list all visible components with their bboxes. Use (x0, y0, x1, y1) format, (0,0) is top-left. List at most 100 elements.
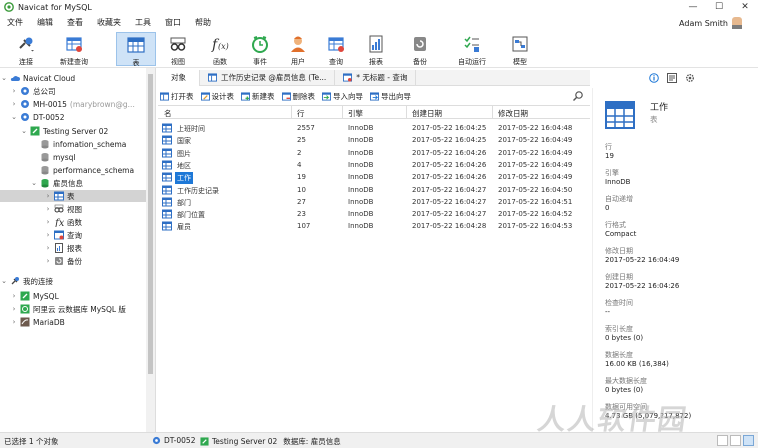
tree-item-mariadb-connection[interactable]: › MariaDB (0, 316, 146, 328)
maximize-button[interactable]: ☐ (706, 0, 732, 14)
design-table-button[interactable]: 设计表 (200, 91, 234, 102)
expand-arrow-icon[interactable]: › (10, 305, 18, 313)
cell-created: 2017-05-22 16:04:27 (412, 210, 487, 219)
tree-item-information-schema[interactable]: infomation_schema (0, 138, 146, 150)
tab-objects[interactable]: 对象 (158, 69, 200, 86)
tree-item-navicat-cloud[interactable]: ⌄ Navicat Cloud (0, 72, 146, 84)
tree-item-mysql-connection[interactable]: › MySQL (0, 290, 146, 302)
tree-item-my-connections[interactable]: ⌄ 我的连接 (0, 275, 146, 287)
collapse-arrow-icon[interactable]: ⌄ (30, 179, 38, 187)
tree-item-views[interactable]: › 视图 (0, 203, 146, 215)
table-row[interactable]: 上班时间 2557 InnoDB 2017-05-22 16:04:25 2017-05… (158, 122, 590, 134)
column-header-name[interactable]: 名 (164, 108, 172, 119)
column-header-created[interactable]: 创建日期 (412, 108, 442, 119)
tree-item-dt-0052[interactable]: ⌄ DT-0052 (0, 111, 146, 123)
toolbar-automation-button[interactable]: 自动运行 (452, 32, 492, 66)
toolbar-connection-button[interactable]: 连接 (6, 32, 46, 66)
menu-edit[interactable]: 编辑 (30, 17, 60, 28)
table-row[interactable]: 部门位置 23 InnoDB 2017-05-22 16:04:27 2017-05-2… (158, 208, 590, 220)
view-icon (168, 34, 188, 54)
expand-arrow-icon[interactable]: › (44, 244, 52, 252)
tree-item-functions[interactable]: › fx 函数 (0, 216, 146, 228)
expand-arrow-icon[interactable]: › (44, 192, 52, 200)
tab-untitled-query[interactable]: * 无标题 - 查询 (335, 69, 417, 86)
collapse-arrow-icon[interactable]: ⌄ (0, 74, 8, 82)
tree-item-backups[interactable]: › 备份 (0, 255, 146, 267)
table-row[interactable]: 工作历史记录 10 InnoDB 2017-05-22 16:04:27 2017-05… (158, 184, 590, 196)
toolbar-model-button[interactable]: 模型 (500, 32, 540, 66)
menu-favorites[interactable]: 收藏夹 (90, 17, 128, 28)
table-row[interactable]: 国家 25 InnoDB 2017-05-22 16:04:25 2017-05-22 … (158, 134, 590, 146)
table-row[interactable]: 雇员 107 InnoDB 2017-05-22 16:04:28 2017-05-22… (158, 220, 590, 232)
column-header-modified[interactable]: 修改日期 (498, 108, 528, 119)
connections-icon (11, 277, 19, 285)
open-table-button[interactable]: 打开表 (160, 91, 194, 102)
database-open-icon (41, 179, 49, 188)
menu-help[interactable]: 帮助 (188, 17, 218, 28)
tree-item-reports[interactable]: › 报表 (0, 242, 146, 254)
close-button[interactable]: ✕ (732, 0, 758, 14)
import-wizard-button[interactable]: 导入向导 (322, 91, 363, 102)
nav-scrollbar[interactable] (146, 68, 155, 432)
tree-item-aliyun-connection[interactable]: › 阿里云 云数据库 MySQL 版 (0, 303, 146, 315)
tree-item-mysql[interactable]: mysql (0, 151, 146, 163)
tree-item-head-office[interactable]: › 总公司 (0, 85, 146, 97)
tree-item-mh-0015[interactable]: › MH-0015 (marybrown@g... (0, 98, 146, 110)
tree-item-employee-db[interactable]: ⌄ 雇员信息 (0, 177, 146, 189)
scrollbar-thumb[interactable] (148, 74, 153, 374)
toolbar-view-button[interactable]: 视图 (158, 32, 198, 66)
table-row[interactable]: 工作 19 InnoDB 2017-05-22 16:04:26 2017-05-22 … (158, 171, 590, 185)
minimize-button[interactable]: — (680, 0, 706, 14)
menu-file[interactable]: 文件 (0, 17, 30, 28)
tab-work-history[interactable]: 工作历史记录 @雇员信息 (Te... (200, 69, 336, 86)
tree-item-tables[interactable]: › 表 (0, 190, 146, 202)
menu-window[interactable]: 窗口 (158, 17, 188, 28)
collapse-arrow-icon[interactable]: ⌄ (20, 127, 28, 135)
toolbar-report-button[interactable]: 报表 (356, 32, 396, 66)
toolbar-backup-button[interactable]: 备份 (400, 32, 440, 66)
cell-modified: 2017-05-22 16:04:48 (498, 124, 573, 132)
info-tab-ddl[interactable] (666, 72, 678, 84)
toolbar-user-button[interactable]: 用户 (278, 32, 318, 66)
table-row[interactable]: 图片 2 InnoDB 2017-05-22 16:04:26 2017-05-22 1… (158, 147, 590, 159)
user-account[interactable]: Adam Smith (679, 17, 742, 29)
delete-table-button[interactable]: 删除表 (281, 91, 315, 102)
collapse-arrow-icon[interactable]: ⌄ (0, 277, 8, 285)
info-tab-general[interactable] (648, 72, 660, 84)
cell-rows: 107 (297, 222, 311, 231)
grid-view-icon[interactable] (743, 435, 754, 446)
menu-tools[interactable]: 工具 (128, 17, 158, 28)
column-header-rows[interactable]: 行 (297, 108, 305, 119)
collapse-arrow-icon[interactable]: ⌄ (10, 113, 18, 121)
expand-arrow-icon[interactable]: › (44, 231, 52, 239)
info-field-value: 0 bytes (0) (605, 386, 644, 394)
detail-view-icon[interactable] (730, 435, 741, 446)
column-header-engine[interactable]: 引擎 (348, 108, 363, 119)
toolbar-query-button[interactable]: 查询 (316, 32, 356, 66)
expand-arrow-icon[interactable]: › (44, 218, 52, 226)
toolbar-table-button[interactable]: 表 (116, 32, 156, 67)
database-icon (41, 166, 49, 175)
toolbar-event-button[interactable]: 事件 (240, 32, 280, 66)
expand-arrow-icon[interactable]: › (44, 205, 52, 213)
cell-name: 工作 (175, 172, 193, 185)
toolbar-new-query-button[interactable]: 新建查询 (54, 32, 94, 66)
expand-arrow-icon[interactable]: › (10, 100, 18, 108)
expand-arrow-icon[interactable]: › (44, 257, 52, 265)
menu-view[interactable]: 查看 (60, 17, 90, 28)
expand-arrow-icon[interactable]: › (10, 318, 18, 326)
cell-rows: 19 (297, 173, 306, 182)
table-row[interactable]: 地区 4 InnoDB 2017-05-22 16:04:26 2017-05-22 1… (158, 159, 590, 171)
toolbar-function-button[interactable]: f (x) 函数 (200, 32, 240, 66)
list-view-icon[interactable] (717, 435, 728, 446)
expand-arrow-icon[interactable]: › (10, 292, 18, 300)
new-table-button[interactable]: 新建表 (241, 91, 275, 102)
table-row[interactable]: 部门 27 InnoDB 2017-05-22 16:04:27 2017-05-22 … (158, 196, 590, 208)
expand-arrow-icon[interactable]: › (10, 87, 18, 95)
tree-item-performance-schema[interactable]: performance_schema (0, 164, 146, 176)
search-icon[interactable] (572, 90, 584, 102)
export-wizard-button[interactable]: 导出向导 (370, 91, 411, 102)
info-tab-settings[interactable] (684, 72, 696, 84)
tree-item-testing-server[interactable]: ⌄ Testing Server 02 (0, 125, 146, 137)
tree-item-queries[interactable]: › 查询 (0, 229, 146, 241)
